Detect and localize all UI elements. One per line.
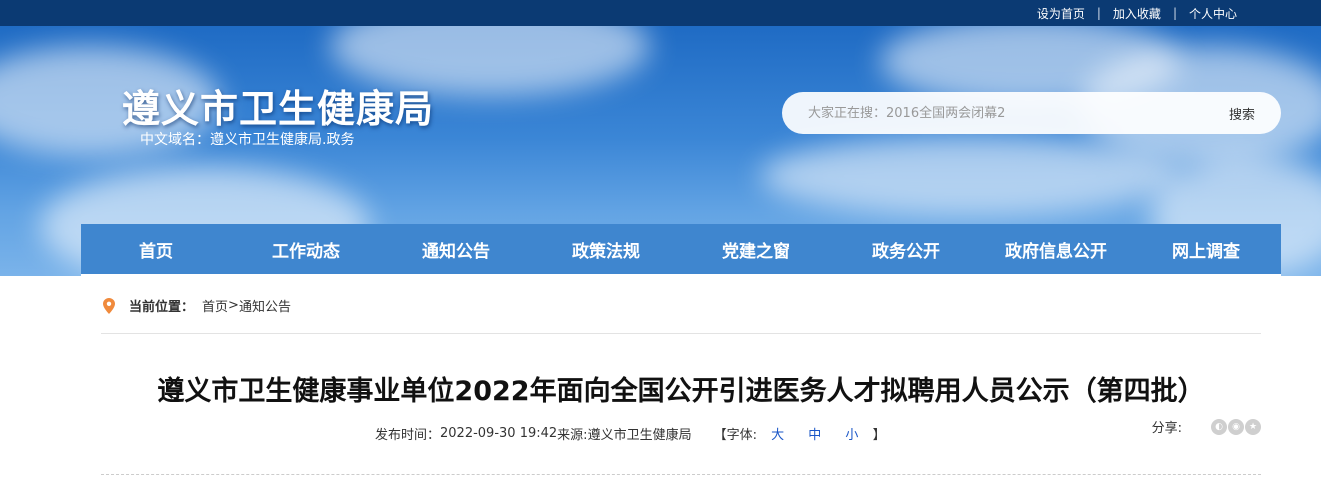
font-size-small-button[interactable]: 小 (845, 428, 858, 443)
content-panel: 当前位置： 首页 > 通知公告 遵义市卫生健康事业单位2022年面向全国公开引进… (81, 274, 1281, 482)
nav-item-info-disclosure[interactable]: 政府信息公开 (981, 224, 1131, 274)
search-input[interactable] (808, 103, 1188, 123)
font-size-large-button[interactable]: 大 (771, 428, 784, 443)
share-area: 分享: ◐ ◉ ★ (1152, 417, 1261, 436)
nav-item-notices[interactable]: 通知公告 (381, 224, 531, 274)
wechat-share-icon[interactable]: ◐ (1211, 418, 1227, 435)
nav-item-party[interactable]: 党建之窗 (681, 224, 831, 274)
nav-item-policies[interactable]: 政策法规 (531, 224, 681, 274)
top-links: 设为首页 | 加入收藏 | 个人中心 (1037, 0, 1237, 26)
font-size-close: 】 (872, 428, 886, 443)
source-value: 遵义市卫生健康局 (587, 428, 692, 443)
site-title: 遵义市卫生健康局 (122, 86, 435, 131)
add-favorite-link[interactable]: 加入收藏 (1113, 5, 1161, 22)
published-date: 2022-09-30 19:42 (440, 426, 558, 441)
breadcrumb-home-link[interactable]: 首页 (202, 296, 228, 315)
published-label: 发布时间： (375, 428, 441, 443)
font-size-medium-button[interactable]: 中 (808, 428, 821, 443)
set-homepage-link[interactable]: 设为首页 (1037, 5, 1085, 22)
nav-item-government-affairs[interactable]: 政务公开 (831, 224, 981, 274)
personal-center-link[interactable]: 个人中心 (1189, 5, 1237, 22)
main-nav: 首页 工作动态 通知公告 政策法规 党建之窗 政务公开 政府信息公开 网上调查 (81, 224, 1281, 274)
top-separator: | (1096, 6, 1101, 20)
nav-item-survey[interactable]: 网上调查 (1131, 224, 1281, 274)
breadcrumb-label: 当前位置： (129, 300, 195, 315)
nav-item-home[interactable]: 首页 (81, 224, 231, 274)
search-button[interactable]: 搜索 (1229, 104, 1255, 123)
cloud-decoration (760, 136, 1180, 216)
article-title: 遵义市卫生健康事业单位2022年面向全国公开引进医务人才拟聘用人员公示（第四批） (157, 376, 1205, 407)
nav-item-work-news[interactable]: 工作动态 (231, 224, 381, 274)
article-meta: 发布时间： 2022-09-30 19:42 来源: 遵义市卫生健康局 【字体:… (375, 424, 886, 443)
top-bar: 设为首页 | 加入收藏 | 个人中心 (0, 0, 1321, 26)
breadcrumb: 当前位置： 首页 > 通知公告 (103, 296, 291, 315)
weibo-share-icon[interactable]: ◉ (1228, 418, 1244, 435)
font-size-control: 【字体: 大 中 小 】 (714, 424, 886, 443)
share-label: 分享: (1151, 421, 1182, 436)
qzone-share-icon[interactable]: ★ (1245, 418, 1261, 435)
location-pin-icon (103, 297, 115, 314)
source-label: 来源: (557, 428, 588, 443)
breadcrumb-notices-link[interactable]: 通知公告 (239, 296, 291, 315)
divider (101, 333, 1261, 334)
search-box: 搜索 (782, 92, 1281, 134)
font-size-label: 【字体: (713, 428, 757, 443)
breadcrumb-separator: > (228, 298, 239, 313)
site-domain: 中文域名：遵义市卫生健康局.政务 (140, 132, 355, 148)
share-icons: ◐ ◉ ★ (1210, 418, 1261, 435)
top-separator: | (1172, 6, 1177, 20)
dashed-divider (101, 474, 1261, 475)
